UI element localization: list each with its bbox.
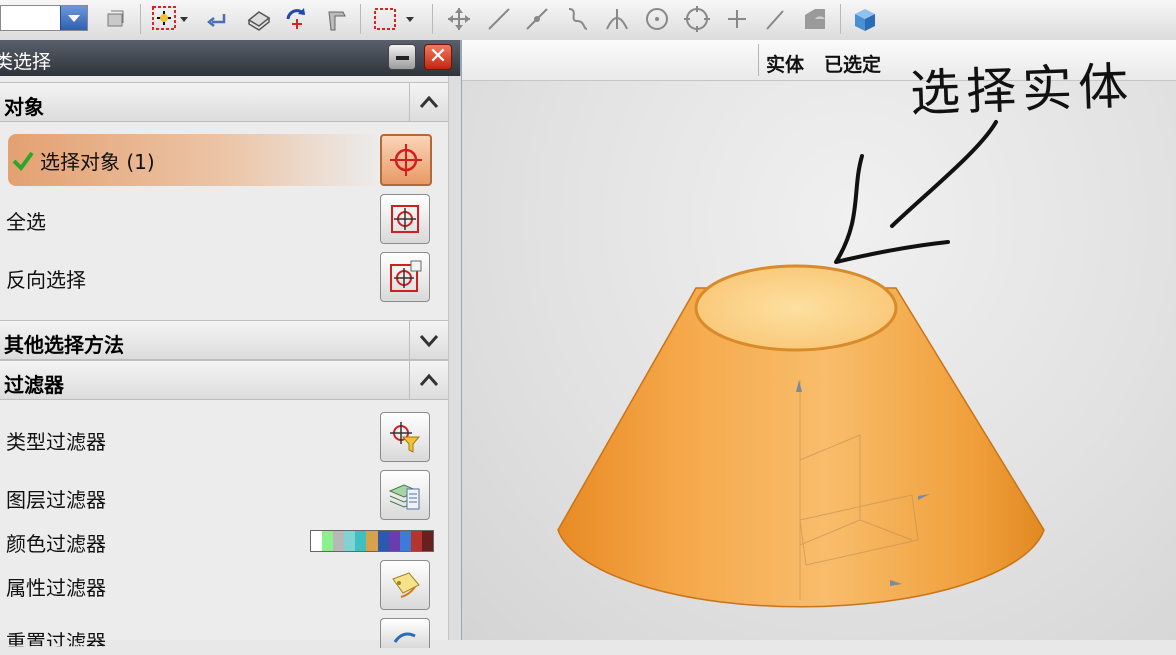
- status-selected-label: 已选定: [824, 54, 882, 76]
- toolbar-separator: [432, 4, 433, 34]
- annotation-arrow-icon: [890, 120, 998, 228]
- type-filter-button[interactable]: [380, 412, 430, 462]
- layer-filter-label: 图层过滤器: [6, 488, 106, 512]
- select-object-row[interactable]: 选择对象 (1): [8, 134, 380, 186]
- select-all-button[interactable]: [380, 194, 430, 244]
- status-type-label: 实体: [766, 54, 805, 76]
- section-title-other-methods: 其他选择方法: [4, 333, 124, 357]
- select-object-label: 选择对象 (1): [40, 150, 155, 174]
- color-swatch[interactable]: [311, 531, 323, 551]
- invert-selection-icon: [390, 260, 422, 292]
- color-swatch[interactable]: [399, 531, 411, 551]
- chevron-down-icon[interactable]: [409, 321, 448, 359]
- type-filter-label: 类型过滤器: [6, 430, 106, 454]
- section-title-filters: 过滤器: [4, 373, 64, 397]
- circle-center-icon[interactable]: [682, 4, 712, 34]
- checkmark-icon: [12, 151, 34, 171]
- move-icon[interactable]: [444, 4, 474, 34]
- color-swatch[interactable]: [388, 531, 400, 551]
- color-swatch[interactable]: [366, 531, 378, 551]
- chevron-up-icon[interactable]: [409, 83, 448, 121]
- dialog-scroll-edge: [448, 76, 461, 640]
- color-swatch[interactable]: [333, 531, 345, 551]
- close-button[interactable]: ✕: [424, 44, 452, 70]
- invert-selection-label: 反向选择: [6, 268, 86, 292]
- invert-selection-button[interactable]: [380, 252, 430, 302]
- tool-icon[interactable]: [322, 4, 352, 34]
- attribute-filter-icon: [392, 572, 420, 598]
- slash-icon[interactable]: [760, 4, 790, 34]
- intersection-icon[interactable]: [602, 4, 632, 34]
- rotate-icon[interactable]: [282, 4, 312, 34]
- color-filter-palette[interactable]: [310, 530, 434, 552]
- frustum-body: [557, 287, 1045, 608]
- line-icon[interactable]: [484, 4, 514, 34]
- other-methods-section-header[interactable]: 其他选择方法: [0, 320, 448, 360]
- dialog-titlebar[interactable]: 类选择 ✕: [0, 40, 460, 76]
- shape-icon[interactable]: [800, 4, 830, 34]
- frustum-top-face: [694, 264, 898, 352]
- curve-icon[interactable]: [562, 4, 592, 34]
- selection-filter-combo[interactable]: [0, 5, 88, 31]
- toolbar-separator: [840, 4, 841, 34]
- class-selection-dialog: 类选择 ✕ 对象 选择对象 (1) 全选 反向选择 其他选择方法 过滤器 类型过…: [0, 40, 462, 648]
- layer-select-icon[interactable]: [100, 4, 130, 34]
- dialog-title: 类选择: [0, 51, 52, 73]
- color-swatch[interactable]: [344, 531, 356, 551]
- color-swatch[interactable]: [322, 531, 334, 551]
- section-title-objects: 对象: [4, 95, 44, 119]
- model-scene: [557, 120, 1045, 608]
- chevron-down-icon[interactable]: [176, 4, 192, 34]
- minimize-button[interactable]: [388, 44, 416, 70]
- chevron-down-icon: [68, 15, 80, 22]
- objects-section-header[interactable]: 对象: [0, 82, 448, 122]
- layer-filter-icon: [388, 484, 420, 510]
- attribute-filter-button[interactable]: [380, 560, 430, 610]
- box-select-icon[interactable]: [370, 4, 400, 34]
- close-icon: ✕: [428, 44, 448, 69]
- attribute-filter-label: 属性过滤器: [6, 576, 106, 600]
- color-swatch[interactable]: [355, 531, 367, 551]
- select-object-button[interactable]: [380, 134, 432, 186]
- color-filter-label: 颜色过滤器: [6, 532, 106, 556]
- reset-filter-label: 重置过滤器: [6, 630, 106, 654]
- undo-arrow-icon[interactable]: [202, 4, 232, 34]
- combo-dropdown-button[interactable]: [60, 6, 87, 30]
- filters-section-header[interactable]: 过滤器: [0, 360, 448, 400]
- circle-icon[interactable]: [642, 4, 672, 34]
- crosshair-icon: [390, 144, 422, 176]
- reset-filter-button[interactable]: [380, 618, 430, 648]
- select-all-label: 全选: [6, 210, 46, 234]
- type-filter-icon: [390, 422, 421, 453]
- plus-icon[interactable]: [722, 4, 752, 34]
- layer-filter-button[interactable]: [380, 470, 430, 520]
- select-all-icon: [391, 205, 419, 233]
- datum-csys: [799, 380, 919, 600]
- cube-icon[interactable]: [850, 4, 880, 34]
- color-swatch[interactable]: [377, 531, 389, 551]
- color-swatch[interactable]: [421, 531, 434, 551]
- chevron-down-icon[interactable]: [402, 4, 418, 34]
- handwritten-annotation: 选择实体: [909, 57, 1136, 123]
- toolbar-separator: [360, 4, 361, 34]
- point-line-icon[interactable]: [522, 4, 552, 34]
- view-orient-icon[interactable]: [244, 4, 274, 34]
- csys-axis-handles: [796, 380, 930, 586]
- graphics-viewport[interactable]: 实体 已选定 选择实体: [460, 40, 1176, 640]
- status-divider: [758, 44, 759, 76]
- reset-arrow-icon: [393, 632, 416, 643]
- main-toolbar: [0, 0, 1176, 41]
- toolbar-separator: [140, 4, 141, 34]
- chevron-up-icon[interactable]: [409, 361, 448, 399]
- color-swatch[interactable]: [410, 531, 422, 551]
